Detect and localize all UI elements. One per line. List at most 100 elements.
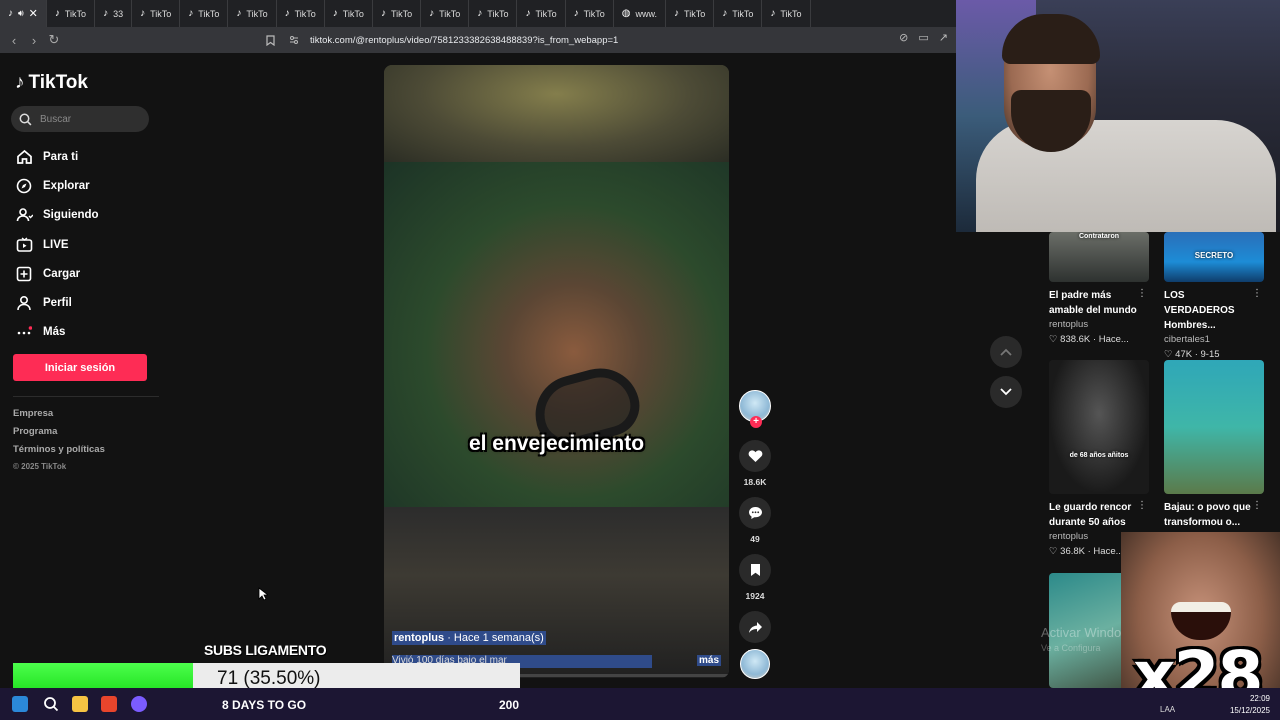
- following-icon: [15, 207, 33, 223]
- tiktok-note-icon: ♪: [15, 72, 25, 93]
- more-options-icon[interactable]: ⋮: [1252, 288, 1262, 299]
- clock-time: 22:09: [1249, 694, 1270, 703]
- browser-tab[interactable]: ♪ TikTo: [228, 0, 277, 27]
- thumbnail-label: SECRETO: [1194, 251, 1234, 260]
- browser-tab-label: TikTo: [732, 8, 754, 19]
- recommendation-title[interactable]: Bajau: o povo que transformou o...: [1164, 500, 1256, 530]
- more-options-icon[interactable]: ⋮: [1252, 500, 1262, 511]
- no-tracking-icon[interactable]: ⊘: [899, 31, 908, 44]
- browser-tab-label: TikTo: [535, 8, 557, 19]
- browser-tab-active[interactable]: ♪ 🔊︎ ✕: [0, 0, 47, 27]
- follow-plus-icon[interactable]: +: [750, 416, 762, 428]
- share-page-icon[interactable]: ↗: [939, 31, 948, 44]
- more-link[interactable]: más: [697, 655, 722, 666]
- webcam-overlay: [956, 0, 1280, 232]
- video-player[interactable]: el envejecimiento rentoplus · Hace 1 sem…: [384, 65, 729, 678]
- discord-icon[interactable]: [131, 696, 147, 712]
- system-clock[interactable]: 22:09 15/12/2025: [1230, 693, 1270, 717]
- cast-icon[interactable]: ▭: [918, 31, 928, 44]
- speaker-icon[interactable]: 🔊︎: [18, 8, 24, 19]
- bookmark-icon[interactable]: [260, 30, 280, 50]
- comment-button[interactable]: [739, 497, 771, 529]
- recommendation-author[interactable]: rentoplus: [1049, 319, 1151, 330]
- music-disc-avatar[interactable]: [740, 649, 770, 679]
- recommendation-thumbnail[interactable]: SECRETO: [1164, 232, 1264, 282]
- heart-icon: [748, 450, 762, 462]
- browser-tab[interactable]: ◍ www.: [614, 0, 667, 27]
- recommendation-author[interactable]: cibertales1: [1164, 334, 1266, 345]
- file-explorer-icon[interactable]: [72, 696, 88, 712]
- browser-tab-label: www.: [635, 8, 658, 19]
- thumbnail-label: de 68 años añitos: [1069, 452, 1129, 459]
- start-icon[interactable]: [12, 696, 28, 712]
- video-author[interactable]: rentoplus: [394, 632, 444, 644]
- browser-tab[interactable]: ♪ TikTo: [373, 0, 422, 27]
- tab-close-icon[interactable]: ✕: [29, 7, 38, 20]
- sidebar-item-live[interactable]: LIVE: [15, 230, 99, 259]
- browser-tab[interactable]: ♪ TikTo: [517, 0, 566, 27]
- comment-count: 49: [750, 534, 760, 544]
- search-taskbar-icon[interactable]: [43, 696, 59, 712]
- recommendation-card[interactable]: de 68 años añitos ⋮ Le guardo rencor dur…: [1049, 360, 1151, 557]
- browser-tab[interactable]: ♪ TikTo: [762, 0, 811, 27]
- sidebar-item-perfil[interactable]: Perfil: [15, 288, 99, 317]
- url-text[interactable]: tiktok.com/@rentoplus/video/758123338263…: [310, 35, 618, 46]
- comment-action: 49: [739, 497, 771, 544]
- sidebar-item-para-ti[interactable]: Para ti: [15, 142, 99, 171]
- back-icon[interactable]: ‹: [4, 30, 24, 50]
- browser-tab[interactable]: ♪ TikTo: [566, 0, 614, 27]
- sidebar-item-explorar[interactable]: Explorar: [15, 171, 99, 200]
- browser-tab[interactable]: ♪ TikTo: [421, 0, 470, 27]
- sidebar-item-cargar[interactable]: Cargar: [15, 259, 99, 288]
- recommendation-thumbnail[interactable]: Contrataron: [1049, 232, 1149, 282]
- browser-tab-label: TikTo: [684, 8, 706, 19]
- browser-tab[interactable]: ♪ TikTo: [714, 0, 763, 27]
- browser-tab[interactable]: ♪ TikTo: [47, 0, 96, 27]
- search-input[interactable]: [40, 113, 140, 125]
- recommendation-title[interactable]: Le guardo rencor durante 50 años: [1049, 500, 1141, 530]
- next-video-button[interactable]: [990, 376, 1022, 408]
- forward-icon[interactable]: ›: [24, 30, 44, 50]
- save-button[interactable]: [739, 554, 771, 586]
- recommendation-card[interactable]: ⋮ Bajau: o povo que transformou o...: [1164, 360, 1266, 530]
- creator-avatar[interactable]: +: [739, 390, 771, 428]
- footer-link-terminos[interactable]: Términos y políticas: [13, 444, 105, 462]
- reload-icon[interactable]: ↻: [44, 30, 64, 50]
- recommendation-title[interactable]: LOS VERDADEROS Hombres...: [1164, 288, 1256, 333]
- sidebar-item-mas[interactable]: Más: [15, 318, 99, 347]
- sidebar-item-siguiendo[interactable]: Siguiendo: [15, 201, 99, 230]
- more-options-icon[interactable]: ⋮: [1137, 288, 1147, 299]
- browser-tab[interactable]: ♪ TikTo: [666, 0, 715, 27]
- previous-video-button[interactable]: [990, 336, 1022, 368]
- site-info-icon[interactable]: [284, 30, 304, 50]
- recommendation-thumbnail[interactable]: de 68 años añitos: [1049, 360, 1149, 494]
- recommendation-title[interactable]: El padre más amable del mundo: [1049, 288, 1141, 318]
- browser-tab-label: TikTo: [246, 8, 268, 19]
- browser-tab[interactable]: ♪ 33: [95, 0, 133, 27]
- keyboard-language[interactable]: LAA: [1160, 705, 1175, 714]
- more-options-icon[interactable]: ⋮: [1137, 500, 1147, 511]
- browser-tab[interactable]: ♪ TikTo: [469, 0, 518, 27]
- comment-icon: [748, 507, 762, 519]
- tiktok-favicon-icon: ♪: [54, 8, 60, 19]
- like-button[interactable]: [739, 440, 771, 472]
- sidebar-item-label: Cargar: [43, 267, 81, 280]
- search-box[interactable]: [11, 106, 149, 132]
- login-button[interactable]: Iniciar sesión: [13, 354, 147, 381]
- share-button[interactable]: [739, 611, 771, 643]
- tiktok-logo[interactable]: ♪ TikTok: [15, 72, 88, 94]
- browser-tab[interactable]: ♪ TikTo: [325, 0, 373, 27]
- home-icon: [15, 149, 33, 165]
- browser-tab[interactable]: ♪ TikTo: [180, 0, 229, 27]
- mouse-cursor-icon: [258, 587, 268, 601]
- recommendation-card[interactable]: Contrataron ⋮ El padre más amable del mu…: [1049, 232, 1151, 345]
- brave-browser-icon[interactable]: [101, 696, 117, 712]
- browser-tab[interactable]: ♪ TikTo: [277, 0, 325, 27]
- footer-link-empresa[interactable]: Empresa: [13, 408, 105, 426]
- footer-link-programa[interactable]: Programa: [13, 426, 105, 444]
- recommendation-thumbnail[interactable]: [1164, 360, 1264, 494]
- browser-tab[interactable]: ♪ TikTo: [132, 0, 181, 27]
- browser-tab-bar: ♪ 🔊︎ ✕ ♪ TikTo ♪ 33 ♪ TikTo ♪ TikTo ♪ TikTo ♪ TikTo…: [0, 0, 956, 27]
- recommendation-card[interactable]: SECRETO ⋮ LOS VERDADEROS Hombres... cibe…: [1164, 232, 1266, 360]
- bookmark-filled-icon: [750, 564, 760, 576]
